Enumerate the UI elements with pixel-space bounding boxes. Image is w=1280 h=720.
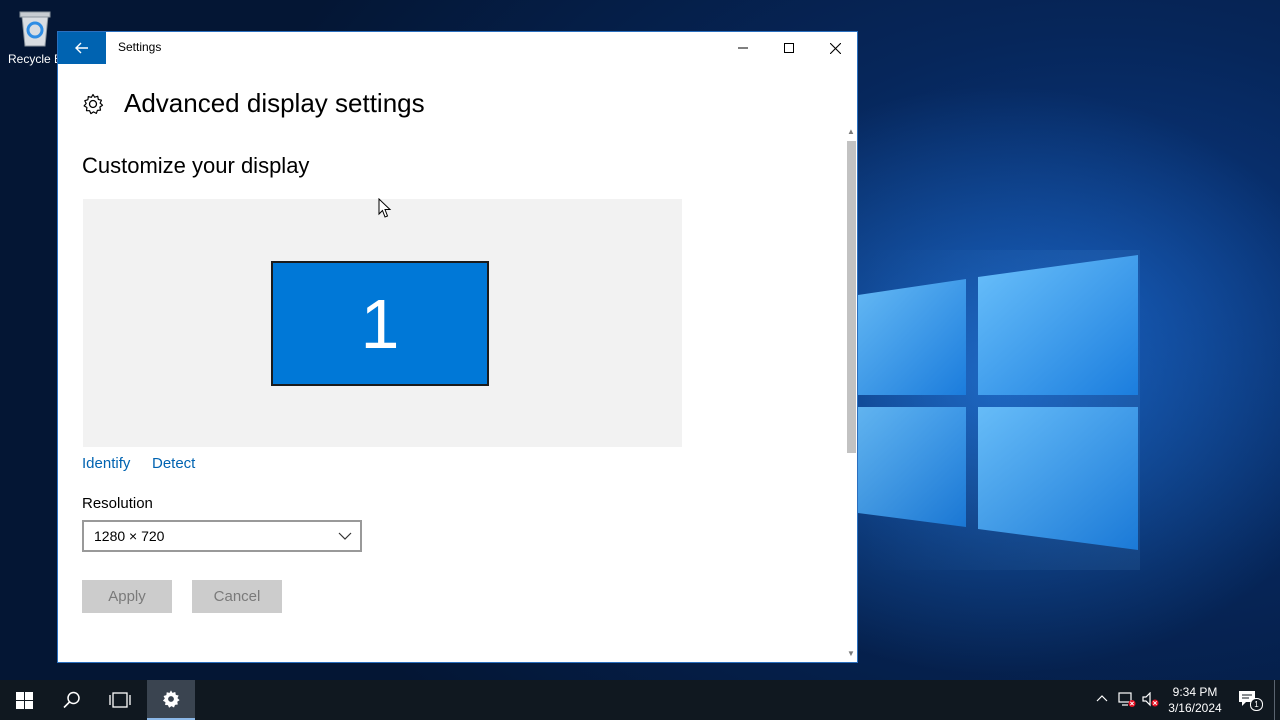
maximize-button[interactable] <box>766 32 812 64</box>
resolution-label: Resolution <box>82 495 153 512</box>
show-desktop-button[interactable] <box>1274 680 1275 720</box>
task-view-button[interactable] <box>96 680 144 720</box>
start-button[interactable] <box>0 680 48 720</box>
identify-link[interactable]: Identify <box>82 455 130 472</box>
next-section-cut-off <box>88 656 208 662</box>
notification-count: 1 <box>1250 698 1263 711</box>
apply-button[interactable]: Apply <box>82 580 172 613</box>
recycle-bin-label: Recycle B <box>7 52 63 66</box>
mouse-cursor-icon <box>378 198 392 218</box>
window-title: Settings <box>118 40 162 54</box>
close-button[interactable] <box>812 32 857 64</box>
taskbar-settings-app[interactable] <box>147 680 195 720</box>
scroll-thumb[interactable] <box>847 141 856 453</box>
chevron-up-icon[interactable] <box>1096 694 1108 702</box>
maximize-icon <box>784 43 794 53</box>
monitor-tile[interactable]: 1 <box>271 261 489 386</box>
taskbar-clock[interactable]: 9:34 PM 3/16/2024 <box>1160 684 1230 716</box>
display-arrangement-area: 1 <box>83 199 682 447</box>
network-disconnected-icon[interactable] <box>1118 692 1136 708</box>
monitor-number: 1 <box>360 284 400 363</box>
resolution-value: 1280 × 720 <box>94 528 165 544</box>
settings-gear-icon <box>162 690 180 708</box>
cancel-button[interactable]: Cancel <box>192 580 282 613</box>
resolution-dropdown[interactable]: 1280 × 720 <box>82 520 362 552</box>
scroll-down-icon[interactable]: ▼ <box>847 649 855 658</box>
clock-time: 9:34 PM <box>1172 685 1218 699</box>
clock-date: 3/16/2024 <box>1168 701 1222 715</box>
scroll-up-icon[interactable]: ▲ <box>847 127 855 136</box>
minimize-icon <box>738 47 748 49</box>
title-bar: Settings <box>58 32 857 64</box>
arrow-left-icon <box>75 42 88 54</box>
detect-link[interactable]: Detect <box>152 455 195 472</box>
task-view-icon <box>109 692 131 708</box>
windows-start-icon <box>15 691 33 709</box>
page-header: Advanced display settings <box>82 88 425 119</box>
minimize-button[interactable] <box>720 32 766 64</box>
taskbar: 9:34 PM 3/16/2024 1 <box>0 680 1280 720</box>
settings-window: Settings Advanced display settings Custo… <box>57 31 858 663</box>
search-icon <box>63 691 80 709</box>
chevron-down-icon <box>338 532 352 540</box>
recycle-bin-icon <box>18 8 52 48</box>
windows-logo-wallpaper <box>858 255 1138 550</box>
back-button[interactable] <box>58 32 106 64</box>
section-title: Customize your display <box>82 153 310 178</box>
search-button[interactable] <box>48 680 96 720</box>
vertical-scrollbar[interactable]: ▲ ▼ <box>845 127 857 662</box>
page-title: Advanced display settings <box>124 88 425 118</box>
apply-label: Apply <box>108 588 146 605</box>
volume-muted-icon[interactable] <box>1142 692 1160 708</box>
gear-icon <box>83 93 104 114</box>
close-icon <box>829 42 841 54</box>
cancel-label: Cancel <box>213 588 261 605</box>
action-center-button[interactable]: 1 <box>1238 690 1263 711</box>
